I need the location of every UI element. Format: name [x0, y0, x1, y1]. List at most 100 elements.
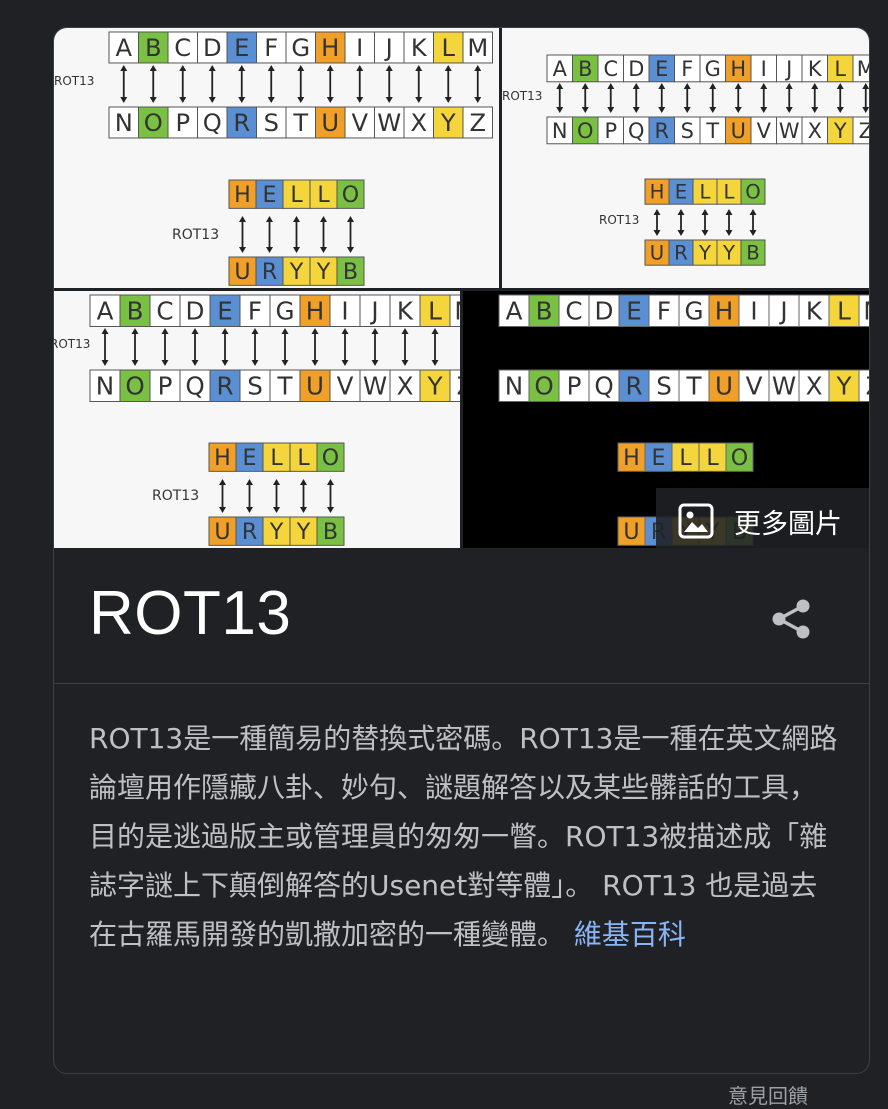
- letter-cell: H: [208, 442, 237, 472]
- svg-text:U: U: [214, 519, 230, 545]
- svg-text:R: R: [233, 109, 250, 137]
- svg-text:S: S: [264, 109, 279, 137]
- letter-cell: N: [108, 106, 139, 139]
- letter-cell: E: [648, 54, 675, 83]
- svg-text:H: H: [306, 297, 325, 326]
- letter-cell: M: [462, 31, 493, 64]
- svg-text:R: R: [625, 372, 642, 401]
- svg-text:I: I: [356, 34, 363, 62]
- svg-text:L: L: [679, 445, 692, 471]
- svg-text:I: I: [750, 297, 757, 326]
- letter-cell: L: [692, 178, 718, 205]
- image-thumbnail[interactable]: ABCDEFGHIJKLMROT13NOPQRSTUVWXYZHELLOROT1…: [502, 28, 869, 288]
- svg-text:O: O: [342, 182, 359, 208]
- letter-cell: C: [597, 54, 624, 83]
- svg-text:N: N: [96, 372, 114, 401]
- svg-text:B: B: [127, 297, 144, 326]
- svg-text:R: R: [216, 372, 233, 401]
- svg-text:V: V: [337, 372, 354, 401]
- svg-text:P: P: [604, 119, 617, 143]
- svg-text:J: J: [784, 57, 792, 81]
- letter-cell: J: [359, 294, 391, 327]
- entity-title: ROT13: [89, 579, 292, 648]
- letter-cell: D: [197, 31, 228, 64]
- svg-text:B: B: [343, 259, 358, 285]
- letter-cell: X: [403, 106, 434, 139]
- svg-text:E: E: [217, 297, 233, 326]
- svg-text:A: A: [97, 297, 114, 326]
- svg-text:G: G: [684, 297, 703, 326]
- svg-text:Q: Q: [203, 109, 222, 137]
- svg-text:P: P: [175, 109, 190, 137]
- letter-cell: O: [336, 179, 365, 209]
- svg-text:X: X: [397, 372, 414, 401]
- image-thumbnail[interactable]: ABCDEFGHIJKLMROT13NOPQRSTUVWXYZHELLOROT1…: [54, 28, 499, 288]
- letter-cell: R: [648, 116, 675, 145]
- letter-cell: Z: [462, 106, 493, 139]
- svg-text:E: E: [626, 297, 642, 326]
- svg-text:E: E: [243, 445, 257, 471]
- letter-cell: H: [299, 294, 331, 327]
- svg-text:J: J: [778, 297, 787, 326]
- letter-cell: D: [588, 294, 620, 327]
- letter-cell: S: [239, 369, 271, 402]
- letter-cell: B: [138, 31, 169, 64]
- entity-description: ROT13是一種簡易的替換式密碼。ROT13是一種在英文網路論壇用作隱藏八卦、妙…: [89, 714, 841, 959]
- letter-cell: W: [768, 369, 800, 402]
- letter-cell: R: [618, 369, 650, 402]
- image-gallery: A B C D E F G H I J K L M ROT13 N O P Q R S T U V W X Y Z H E L L O ROT1…: [54, 28, 869, 554]
- svg-text:O: O: [144, 109, 163, 137]
- letter-cell: E: [209, 294, 241, 327]
- letter-cell: E: [255, 179, 284, 209]
- svg-text:J: J: [369, 297, 378, 326]
- svg-text:F: F: [681, 57, 693, 81]
- letter-cell: U: [708, 369, 740, 402]
- letter-cell: U: [617, 516, 646, 546]
- svg-text:E: E: [652, 445, 666, 471]
- letter-cell: Y: [716, 239, 742, 266]
- feedback-link[interactable]: 意見回饋: [728, 1080, 808, 1109]
- letter-cell: E: [226, 31, 257, 64]
- svg-text:H: H: [321, 34, 339, 62]
- wikipedia-link[interactable]: 維基百科: [574, 918, 686, 951]
- image-thumbnail[interactable]: ABCDEFGHIJKLMROT13NOPQRSTUVWXYZHELLOROT1…: [54, 291, 460, 548]
- letter-cell: J: [776, 54, 803, 83]
- svg-text:Y: Y: [269, 519, 284, 545]
- share-icon[interactable]: [769, 596, 815, 642]
- letter-cell: W: [359, 369, 391, 402]
- svg-text:Y: Y: [698, 242, 712, 265]
- svg-text:F: F: [264, 34, 278, 62]
- svg-text:L: L: [270, 445, 283, 471]
- letter-cell: P: [149, 369, 181, 402]
- svg-text:F: F: [248, 297, 262, 326]
- svg-text:F: F: [657, 297, 671, 326]
- svg-text:O: O: [322, 445, 339, 471]
- letter-cell: R: [209, 369, 241, 402]
- svg-text:E: E: [675, 181, 687, 204]
- more-images-button[interactable]: 更多圖片: [656, 488, 869, 554]
- svg-text:N: N: [115, 109, 133, 137]
- svg-text:K: K: [806, 297, 823, 326]
- letter-cell: Z: [858, 369, 869, 402]
- svg-text:U: U: [623, 519, 639, 545]
- letter-cell: G: [678, 294, 710, 327]
- svg-text:P: P: [567, 372, 582, 401]
- rot13-label: ROT13: [152, 488, 199, 504]
- svg-text:K: K: [411, 34, 428, 62]
- letter-cell: P: [597, 116, 624, 145]
- letter-cell: C: [558, 294, 590, 327]
- letter-cell: A: [498, 294, 530, 327]
- letter-cell: M: [449, 294, 460, 327]
- letter-cell: K: [403, 31, 434, 64]
- svg-text:R: R: [654, 119, 669, 143]
- letter-cell: R: [255, 256, 284, 286]
- svg-text:L: L: [724, 181, 735, 204]
- letter-cell: Y: [827, 116, 854, 145]
- svg-text:U: U: [321, 109, 339, 137]
- letter-cell: V: [329, 369, 361, 402]
- svg-text:O: O: [125, 372, 144, 401]
- more-images-label: 更多圖片: [734, 508, 842, 540]
- svg-text:L: L: [837, 297, 851, 326]
- svg-text:S: S: [656, 372, 672, 401]
- letter-cell: T: [269, 369, 301, 402]
